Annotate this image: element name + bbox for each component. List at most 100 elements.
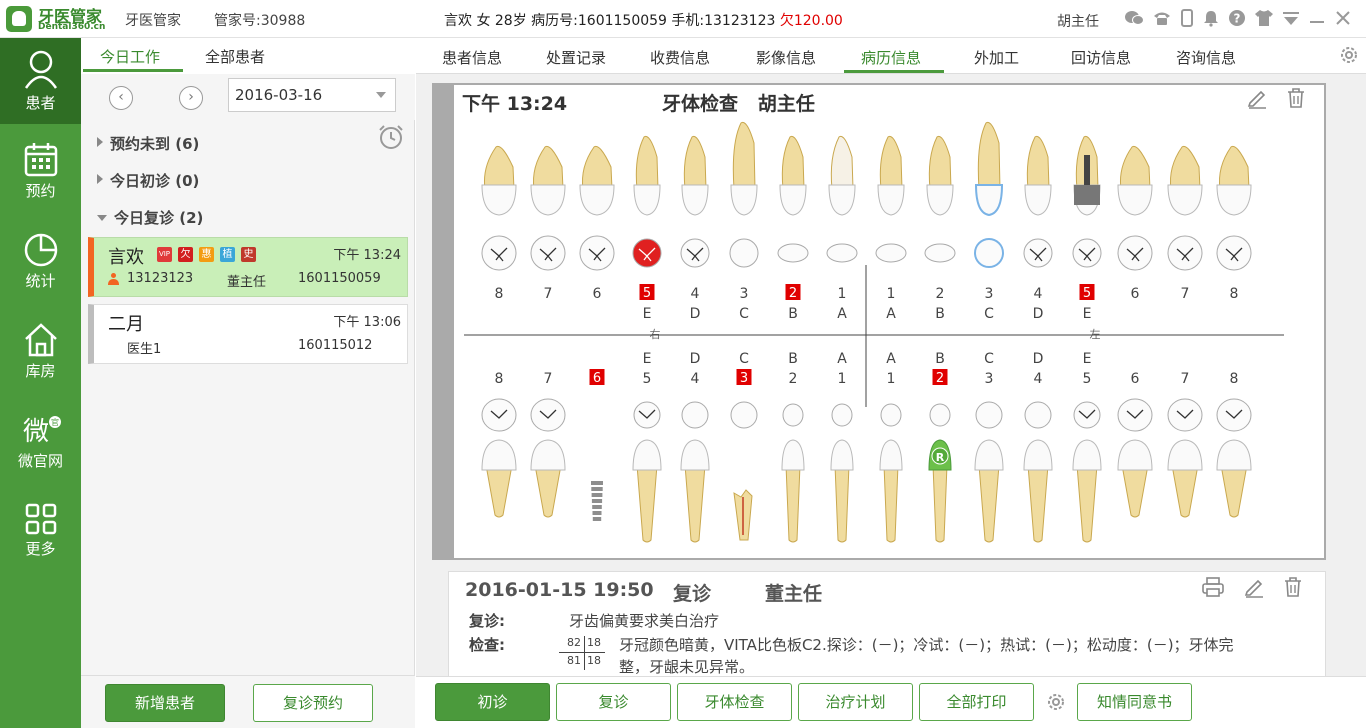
current-user[interactable]: 胡主任 — [1057, 11, 1099, 31]
patient-card[interactable]: 二月 下午 13:06 医生1 160115012 — [88, 304, 408, 364]
treatment-plan-button[interactable]: 治疗计划 — [798, 683, 913, 721]
prev-day-button[interactable]: ‹ — [109, 86, 133, 110]
group-first-visit[interactable]: 今日初诊 (0) — [97, 170, 199, 191]
upper-tooth-number: 5 — [643, 286, 651, 301]
lower-occlusal-2 — [530, 398, 566, 432]
discount-badge: 惠 — [199, 247, 214, 262]
lower-tooth-number: 3 — [740, 371, 748, 386]
patient-doctor: 医生1 — [127, 342, 162, 357]
lower-root-12 — [1027, 464, 1049, 543]
upper-occlusal-1 — [481, 235, 517, 271]
upper-tooth-6 — [730, 121, 758, 216]
tab-followup[interactable]: 回访信息 — [1071, 47, 1131, 68]
lower-primary-letter: C — [739, 351, 749, 367]
mobile-icon[interactable] — [1180, 9, 1194, 27]
date-picker[interactable]: 2016-03-16 — [228, 78, 396, 112]
lower-root-16 — [1220, 464, 1248, 518]
revisit-appointment-button[interactable]: 复诊预约 — [253, 684, 373, 722]
patient-list-panel: 今日工作 全部患者 ‹ › 2016-03-16 预约未到 (6) 今日初诊 (… — [81, 38, 415, 728]
lower-root-15 — [1171, 464, 1199, 518]
tab-patient-info[interactable]: 患者信息 — [442, 47, 502, 68]
help-icon[interactable]: ? — [1228, 9, 1246, 27]
patient-panel-footer: 新增患者 复诊预约 — [81, 675, 415, 728]
upper-tooth-7 — [779, 135, 807, 216]
lower-crown-12 — [1023, 439, 1053, 471]
nav-item-appointments[interactable]: 预约 — [0, 130, 81, 216]
lower-tooth-number: 2 — [936, 371, 944, 386]
nav-item-statistics[interactable]: 统计 — [0, 220, 81, 306]
group-revisit[interactable]: 今日复诊 (2) — [97, 207, 203, 228]
wechat-icon[interactable] — [1124, 9, 1144, 27]
trash-icon[interactable] — [1283, 576, 1303, 598]
nav-item-microsite[interactable]: 微官 微官网 — [0, 400, 81, 486]
tab-billing[interactable]: 收费信息 — [650, 47, 710, 68]
close-icon[interactable] — [1334, 9, 1352, 27]
bell-icon[interactable] — [1202, 9, 1220, 27]
owe-badge: 欠 — [178, 247, 193, 262]
new-patient-button[interactable]: 新增患者 — [105, 684, 225, 722]
upper-primary-letter: A — [886, 306, 896, 322]
dental-chart-card: 下午 13:24 牙体检查 胡主任 8765432112345678EDCBAA… — [432, 83, 1326, 560]
lower-tooth-number: 5 — [1083, 371, 1092, 387]
gear-icon[interactable] — [1338, 44, 1360, 66]
lower-crown-9 — [879, 439, 903, 471]
tab-imaging[interactable]: 影像信息 — [756, 47, 816, 68]
tab-today-work[interactable]: 今日工作 — [100, 46, 160, 67]
lower-crown-7 — [781, 439, 805, 471]
lower-occlusal-11 — [975, 401, 1003, 429]
tab-external-processing[interactable]: 外加工 — [974, 47, 1019, 68]
upper-tooth-15 — [1167, 145, 1203, 216]
print-icon[interactable] — [1201, 576, 1225, 598]
tab-medical-records[interactable]: 病历信息 — [861, 47, 921, 68]
edit-icon[interactable] — [1243, 576, 1265, 598]
group-unarrived[interactable]: 预约未到 (6) — [97, 133, 199, 154]
wechat-site-icon: 微官 — [23, 416, 61, 447]
svg-text:微: 微 — [23, 417, 49, 447]
patient-card-selected[interactable]: 言欢 VIP 欠 惠 植 史 下午 13:24 13123123 董主任 160… — [88, 237, 408, 297]
tooth-chart: 8 7 6 5 4 3 2 1 1 2 3 4 5 6 7 8E D C B A A B C D E右 左E D C B A A B C D E8 7… — [464, 121, 1284, 543]
minimize-icon[interactable] — [1308, 9, 1326, 27]
consent-form-button[interactable]: 知情同意书 — [1077, 683, 1192, 721]
lower-occlusal-4 — [633, 401, 661, 429]
next-day-button[interactable]: › — [179, 86, 203, 110]
gear-icon[interactable] — [1045, 691, 1067, 713]
upper-tooth-number: 4 — [1034, 286, 1043, 302]
dropdown-menu-icon[interactable] — [1282, 9, 1300, 27]
tab-consultation[interactable]: 咨询信息 — [1176, 47, 1236, 68]
main-area: 患者信息 处置记录 收费信息 影像信息 病历信息 外加工 回访信息 咨询信息 下… — [416, 38, 1366, 728]
first-visit-button[interactable]: 初诊 — [435, 683, 550, 721]
tooth-pos-vline — [584, 636, 585, 670]
tab-all-patients[interactable]: 全部患者 — [205, 46, 265, 67]
tooth-pos-ur: 18 — [587, 636, 601, 649]
exam-text-line2: 整，牙龈未见异常。 — [619, 658, 755, 676]
visit-record-card: 2016-01-15 19:50 复诊 董主任 复诊: 牙齿偏黄要求美白治疗 检… — [448, 571, 1326, 681]
svg-text:官: 官 — [51, 417, 59, 427]
right-side-label: 右 — [650, 327, 661, 341]
svg-text:?: ? — [1234, 12, 1241, 26]
upper-occlusal-12 — [1023, 238, 1053, 268]
tooth-pos-ll: 81 — [567, 654, 581, 667]
nav-item-warehouse[interactable]: 库房 — [0, 310, 81, 396]
upper-occlusal-16 — [1216, 235, 1252, 271]
patient-header: 言欢 女 28岁 病历号:1601150059 手机:13123123 欠120… — [444, 10, 843, 30]
shirt-icon[interactable] — [1254, 9, 1274, 27]
lower-tooth-number: 1 — [887, 371, 896, 387]
patient-record-number: 160115012 — [298, 338, 373, 353]
lower-primary-letter: E — [1083, 351, 1092, 367]
tooth-exam-button[interactable]: 牙体检查 — [677, 683, 792, 721]
nav-item-more[interactable]: 更多 — [0, 490, 81, 576]
phone-icon[interactable] — [1152, 9, 1172, 27]
print-all-button[interactable]: 全部打印 — [919, 683, 1034, 721]
history-badge: 史 — [241, 247, 256, 262]
revisit-button[interactable]: 复诊 — [556, 683, 671, 721]
vip-badge: VIP — [157, 247, 172, 262]
upper-tooth-3 — [579, 145, 615, 216]
nav-item-patients[interactable]: 患者 — [0, 38, 81, 124]
lower-root-13 — [1076, 464, 1098, 543]
upper-tooth-number: 7 — [1181, 286, 1190, 302]
tab-treatment-records[interactable]: 处置记录 — [546, 47, 606, 68]
patient-time: 下午 13:06 — [333, 315, 401, 330]
alarm-clock-icon[interactable] — [378, 124, 404, 150]
upper-tooth-number: 5 — [1083, 286, 1091, 301]
upper-occlusal-15 — [1167, 235, 1203, 271]
